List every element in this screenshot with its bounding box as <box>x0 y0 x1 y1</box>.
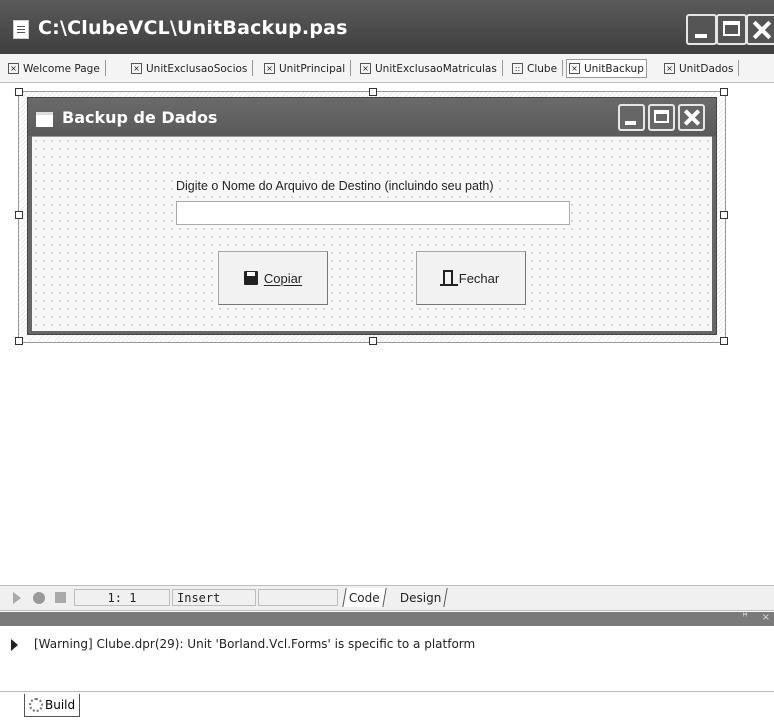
edit-mode: Insert <box>172 589 256 606</box>
form-client-area: Digite o Nome do Arquivo de Destino (inc… <box>32 136 712 331</box>
resize-handle[interactable] <box>369 337 377 345</box>
backup-form[interactable]: Backup de Dados Digite o Nome do Arquivo… <box>27 97 717 335</box>
build-tab[interactable]: Build <box>24 694 81 717</box>
tab-unitexclusaosocios[interactable]: × UnitExclusaoSocios <box>131 60 254 77</box>
floppy-icon <box>243 271 258 285</box>
tab-close-icon[interactable]: × <box>131 63 142 74</box>
form-close-button[interactable] <box>678 104 705 131</box>
minimize-button[interactable] <box>686 14 717 45</box>
maximize-button[interactable] <box>716 14 747 45</box>
project-icon: :: <box>512 63 523 74</box>
record-icon[interactable] <box>33 592 45 604</box>
modified-indicator <box>258 589 338 606</box>
window-icon <box>36 112 53 127</box>
tab-unitexclusaomatriculas[interactable]: × UnitExclusaoMatriculas <box>360 60 503 77</box>
close-icon[interactable]: × <box>762 612 770 623</box>
destination-file-input[interactable] <box>176 201 570 225</box>
cursor-position: 1: 1 <box>74 589 170 606</box>
tab-close-icon[interactable]: × <box>8 63 19 74</box>
close-form-button[interactable]: Fechar <box>416 251 526 305</box>
door-exit-icon <box>439 270 458 286</box>
editor-tabs: × Welcome Page × UnitExclusaoSocios × UnitP… <box>0 54 774 83</box>
document-icon <box>13 20 29 39</box>
resize-handle[interactable] <box>720 337 728 345</box>
tab-clube[interactable]: :: Clube <box>512 60 564 77</box>
stop-icon[interactable] <box>55 592 66 603</box>
close-button[interactable] <box>746 14 774 45</box>
editor-status-bar: 1: 1 Insert Code Design <box>0 585 774 611</box>
messages-header: ꟸ × <box>0 612 774 626</box>
resize-handle[interactable] <box>720 211 728 219</box>
resize-handle[interactable] <box>15 337 23 345</box>
form-minimize-button[interactable] <box>618 104 645 131</box>
resize-handle[interactable] <box>720 88 728 96</box>
code-tab[interactable]: Code <box>342 588 387 607</box>
form-title: Backup de Dados <box>62 108 218 127</box>
tab-unitbackup[interactable]: × UnitBackup <box>566 59 647 78</box>
design-tab[interactable]: Design <box>394 588 449 607</box>
resize-handle[interactable] <box>369 88 377 96</box>
tab-close-icon[interactable]: × <box>360 63 371 74</box>
window-title: C:\ClubeVCL\UnitBackup.pas <box>38 17 348 39</box>
resize-handle[interactable] <box>15 88 23 96</box>
messages-panel: [Warning] Clube.dpr(29): Unit 'Borland.V… <box>0 626 774 691</box>
copy-button[interactable]: Copiar <box>218 251 328 305</box>
warning-message[interactable]: [Warning] Clube.dpr(29): Unit 'Borland.V… <box>34 637 475 651</box>
form-title-bar: Backup de Dados <box>28 98 716 136</box>
form-maximize-button[interactable] <box>648 104 675 131</box>
pin-icon[interactable]: ꟸ <box>742 612 748 623</box>
arrow-right-icon <box>11 639 18 651</box>
play-icon[interactable] <box>13 592 21 604</box>
tab-unitprincipal[interactable]: × UnitPrincipal <box>264 60 352 77</box>
main-title-bar: C:\ClubeVCL\UnitBackup.pas <box>0 0 774 54</box>
tab-close-icon[interactable]: × <box>264 63 275 74</box>
gear-icon <box>29 698 43 712</box>
destination-file-label: Digite o Nome do Arquivo de Destino (inc… <box>176 179 494 193</box>
tab-welcome-page[interactable]: × Welcome Page <box>8 60 106 77</box>
tab-close-icon[interactable]: × <box>664 63 675 74</box>
tab-unitdados[interactable]: × UnitDados <box>664 60 740 77</box>
messages-tabs: Build <box>0 691 774 724</box>
resize-handle[interactable] <box>15 211 23 219</box>
tab-close-icon[interactable]: × <box>569 63 580 74</box>
